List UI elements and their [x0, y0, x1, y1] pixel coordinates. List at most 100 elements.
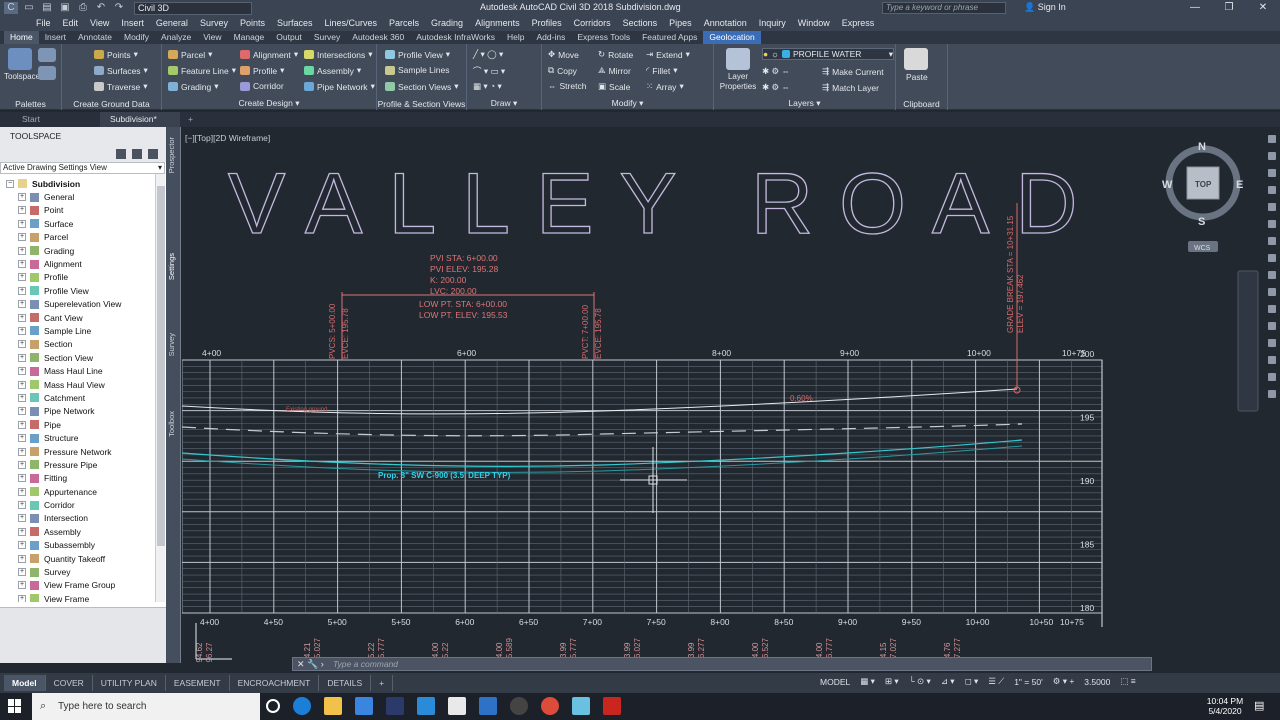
tree-item-profile[interactable]: + Profile	[0, 271, 180, 284]
tree-item-quantity-takeoff[interactable]: + Quantity Takeoff	[0, 552, 180, 565]
expand-toggle-icon[interactable]: +	[18, 568, 26, 577]
toolspace-icon[interactable]	[8, 48, 32, 70]
tree-item-general[interactable]: + General	[0, 190, 180, 203]
profile-drawing[interactable]: VALLEY ROAD2001951901851804+00 6+00 8+00 9+…	[182, 127, 1280, 663]
taskbar-clock[interactable]: 10:04 PM 5/4/2020	[1200, 696, 1250, 716]
notification-icon[interactable]: ▤	[1254, 699, 1264, 712]
menu-pipes[interactable]: Pipes	[663, 16, 698, 31]
menu-window[interactable]: Window	[792, 16, 836, 31]
assembly-button[interactable]: Assembly ▾	[304, 65, 361, 76]
tab-modify[interactable]: Modify	[118, 31, 155, 44]
add-layout-icon[interactable]: +	[371, 675, 394, 691]
tree-root[interactable]: − Subdivision	[0, 177, 180, 190]
corridor-button[interactable]: Corridor	[240, 81, 284, 91]
annotation-scale[interactable]: 1" = 50'	[1014, 677, 1043, 687]
menu-insert[interactable]: Insert	[115, 16, 150, 31]
chrome-icon[interactable]	[541, 697, 559, 715]
traverse-button[interactable]: Traverse ▾	[94, 81, 148, 92]
tab-home[interactable]: Home	[4, 31, 39, 44]
menu-annotation[interactable]: Annotation	[698, 16, 753, 31]
expand-toggle-icon[interactable]: +	[18, 487, 26, 496]
rotate-button[interactable]: ↻ Rotate	[598, 49, 633, 60]
profile-button[interactable]: Profile ▾	[240, 65, 284, 76]
menu-view[interactable]: View	[84, 16, 115, 31]
layer-tools-row[interactable]: ✱ ⚙ ⇔	[762, 66, 790, 77]
expand-toggle-icon[interactable]: +	[18, 353, 26, 362]
mirror-button[interactable]: ⟁ Mirror	[598, 65, 631, 76]
command-line-tools[interactable]: ✕ 🔧 ›	[293, 659, 333, 670]
model-space-toggle[interactable]: MODEL	[820, 677, 850, 687]
expand-toggle-icon[interactable]: +	[18, 434, 26, 443]
tree-item-pipe-network[interactable]: + Pipe Network	[0, 405, 180, 418]
scale-button[interactable]: ▣ Scale	[598, 81, 630, 92]
menu-surfaces[interactable]: Surfaces	[271, 16, 319, 31]
section-views-button[interactable]: Section Views ▾	[385, 81, 459, 92]
tree-item-mass-haul-line[interactable]: + Mass Haul Line	[0, 364, 180, 377]
match-layer-button[interactable]: ⇶ Match Layer	[822, 82, 879, 93]
tree-item-cant-view[interactable]: + Cant View	[0, 311, 180, 324]
toolspace-button[interactable]: Toolspace	[4, 72, 40, 81]
profile-view-button[interactable]: Profile View ▾	[385, 49, 450, 60]
tree-item-pressure-pipe[interactable]: + Pressure Pipe	[0, 458, 180, 471]
layers-title[interactable]: Layers ▾	[714, 98, 895, 109]
fillet-button[interactable]: ◜ Fillet ▾	[646, 65, 678, 76]
layer-dropdown[interactable]: ● ☼ PROFILE WATER ▾	[762, 48, 894, 60]
sign-in-link[interactable]: 👤 Sign In	[1024, 2, 1066, 13]
modify-title[interactable]: Modify ▾	[542, 98, 713, 109]
tree-item-fitting[interactable]: + Fitting	[0, 472, 180, 485]
menu-general[interactable]: General	[150, 16, 194, 31]
layer-tools-row-2[interactable]: ✱ ⚙ ⇔	[762, 82, 790, 93]
expand-toggle-icon[interactable]: +	[18, 501, 26, 510]
tree-item-grading[interactable]: + Grading	[0, 244, 180, 257]
menu-survey[interactable]: Survey	[194, 16, 234, 31]
tab-view[interactable]: View	[197, 31, 227, 44]
units-value[interactable]: 3.5000	[1084, 677, 1110, 687]
close-icon[interactable]: ✕	[1246, 0, 1280, 16]
line-tool[interactable]: ╱ ▾ ◯ ▾	[473, 49, 503, 60]
array-button[interactable]: ⁙ Array ▾	[646, 81, 684, 92]
tab-output[interactable]: Output	[270, 31, 308, 44]
tab-toolbox[interactable]: Toolbox	[167, 411, 179, 437]
tree-item-mass-haul-view[interactable]: + Mass Haul View	[0, 378, 180, 391]
collapse-toggle-icon[interactable]: −	[6, 179, 14, 188]
expand-toggle-icon[interactable]: +	[18, 581, 26, 590]
taskbar-search[interactable]: ⌕ Type here to search	[32, 693, 260, 720]
tree-item-catchment[interactable]: + Catchment	[0, 391, 180, 404]
polar-icon[interactable]: ⊿ ▾	[941, 676, 955, 687]
expand-toggle-icon[interactable]: +	[18, 474, 26, 483]
tab-featured-apps[interactable]: Featured Apps	[636, 31, 703, 44]
expand-toggle-icon[interactable]: +	[18, 460, 26, 469]
expand-toggle-icon[interactable]: +	[18, 193, 26, 202]
feature-line-button[interactable]: Feature Line ▾	[168, 65, 236, 76]
expand-toggle-icon[interactable]: +	[18, 313, 26, 322]
save-icon[interactable]: ▣	[58, 2, 72, 14]
mail-icon[interactable]	[417, 697, 435, 715]
expand-toggle-icon[interactable]: +	[18, 380, 26, 389]
tab-insert[interactable]: Insert	[39, 31, 72, 44]
tree-item-sample-line[interactable]: + Sample Line	[0, 324, 180, 337]
view-select[interactable]: Active Drawing Settings View ▾	[0, 162, 165, 174]
tree-item-alignment[interactable]: + Alignment	[0, 257, 180, 270]
layer-properties-icon[interactable]	[726, 48, 750, 70]
open-icon[interactable]: ▤	[40, 2, 54, 14]
make-current-button[interactable]: ⇶ Make Current	[822, 66, 884, 77]
acrobat-icon[interactable]	[603, 697, 621, 715]
palette-icon-2[interactable]	[38, 66, 56, 80]
minimize-icon[interactable]: —	[1178, 0, 1212, 16]
expand-toggle-icon[interactable]: +	[18, 260, 26, 269]
move-button[interactable]: ✥ Move	[548, 49, 579, 60]
palette-icon[interactable]	[38, 48, 56, 62]
layout-tab-cover[interactable]: COVER	[46, 675, 93, 691]
expand-toggle-icon[interactable]: +	[18, 541, 26, 550]
copy-button[interactable]: ⧉ Copy	[548, 65, 577, 76]
tree-item-pressure-network[interactable]: + Pressure Network	[0, 445, 180, 458]
tab-manage[interactable]: Manage	[228, 31, 271, 44]
menu-edit[interactable]: Edit	[57, 16, 85, 31]
menu-profiles[interactable]: Profiles	[526, 16, 568, 31]
osnap-icon[interactable]: ◻ ▾	[965, 676, 979, 687]
menu-express[interactable]: Express	[836, 16, 881, 31]
workspace-select[interactable]: Civil 3D	[134, 1, 252, 15]
tab-prospector[interactable]: Prospector	[167, 137, 179, 173]
tree-item-structure[interactable]: + Structure	[0, 431, 180, 444]
layout-tab-easement[interactable]: EASEMENT	[166, 675, 230, 691]
